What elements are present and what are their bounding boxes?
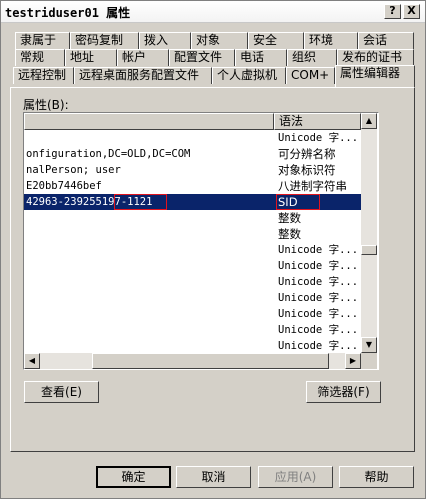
list-row[interactable]: E20bb7446bef 八进制字符串 (24, 178, 361, 194)
list-row[interactable]: 整数 (24, 226, 361, 242)
row-value: nalPerson; user (26, 164, 121, 176)
list-row[interactable]: Unicode 字... (24, 338, 361, 354)
row-syntax: Unicode 字... (278, 260, 359, 272)
list-row[interactable]: 整数 (24, 210, 361, 226)
vertical-scroll-thumb[interactable] (361, 245, 377, 255)
scrollbar-corner (361, 353, 377, 369)
list-row[interactable]: nalPerson; user 对象标识符 (24, 162, 361, 178)
highlight-box-rid (114, 194, 167, 210)
list-row[interactable]: Unicode 字... (24, 274, 361, 290)
row-syntax: 整数 (278, 227, 301, 241)
scroll-left-icon[interactable]: ◀ (24, 353, 40, 369)
row-syntax: 对象标识符 (278, 163, 336, 177)
tab-personal-virtual-desktop[interactable]: 个人虚拟机 (212, 67, 286, 84)
vertical-scrollbar[interactable]: ▲ ▼ (361, 113, 377, 353)
apply-button[interactable]: 应用(A) (258, 466, 333, 488)
title-bar: testriduser01 属性 ? X (1, 1, 425, 23)
horizontal-scrollbar[interactable]: ◀ ▶ (24, 353, 361, 369)
tab-attribute-editor[interactable]: 属性编辑器 (335, 65, 415, 87)
attributes-list[interactable]: 语法 Unicode 字... onfiguration,DC=OLD,DC=C… (23, 112, 379, 370)
row-syntax: Unicode 字... (278, 324, 359, 336)
list-row[interactable]: Unicode 字... (24, 130, 361, 146)
ok-button[interactable]: 确定 (96, 466, 171, 488)
tab-published-certificates[interactable]: 发布的证书 (337, 49, 414, 66)
tab-telephones[interactable]: 电话 (235, 49, 287, 66)
scroll-down-icon[interactable]: ▼ (361, 337, 377, 353)
tab-member-of[interactable]: 隶属于 (15, 32, 70, 49)
list-row[interactable]: Unicode 字... (24, 242, 361, 258)
row-syntax: 可分辨名称 (278, 147, 336, 161)
list-row[interactable]: Unicode 字... (24, 322, 361, 338)
window-title: testriduser01 属性 (5, 6, 131, 20)
column-header-syntax[interactable]: 语法 (274, 113, 361, 130)
tab-com-plus[interactable]: COM+ (286, 67, 335, 84)
tab-remote-desktop-profile[interactable]: 远程桌面服务配置文件 (74, 67, 212, 84)
horizontal-scroll-thumb[interactable] (92, 353, 329, 369)
row-syntax: 整数 (278, 211, 301, 225)
list-row[interactable]: Unicode 字... (24, 306, 361, 322)
list-row[interactable]: Unicode 字... (24, 258, 361, 274)
tab-environment[interactable]: 环境 (304, 32, 358, 49)
row-syntax: Unicode 字... (278, 276, 359, 288)
tab-organization[interactable]: 组织 (287, 49, 337, 66)
tab-profile[interactable]: 配置文件 (169, 49, 235, 66)
scroll-right-icon[interactable]: ▶ (345, 353, 361, 369)
tab-object[interactable]: 对象 (191, 32, 248, 49)
help-button[interactable]: 帮助 (339, 466, 414, 488)
attributes-label: 属性(B): (23, 98, 69, 112)
row-syntax: Unicode 字... (278, 244, 359, 256)
close-icon[interactable]: X (403, 4, 420, 19)
row-value: onfiguration,DC=OLD,DC=COM (26, 148, 191, 160)
row-syntax: Unicode 字... (278, 132, 359, 144)
tab-security[interactable]: 安全 (248, 32, 304, 49)
cancel-button[interactable]: 取消 (176, 466, 251, 488)
list-row[interactable]: Unicode 字... (24, 290, 361, 306)
scroll-up-icon[interactable]: ▲ (361, 113, 377, 129)
tab-account[interactable]: 帐户 (117, 49, 169, 66)
filter-button[interactable]: 筛选器(F) (306, 381, 381, 403)
view-button[interactable]: 查看(E) (24, 381, 99, 403)
highlight-box-sid (276, 194, 320, 210)
row-syntax: Unicode 字... (278, 340, 359, 352)
column-header-value[interactable] (24, 113, 274, 130)
row-syntax: 八进制字符串 (278, 179, 347, 193)
row-value: E20bb7446bef (26, 180, 102, 192)
tab-sessions[interactable]: 会话 (358, 32, 414, 49)
tab-remote-control[interactable]: 远程控制 (13, 67, 74, 84)
properties-dialog: testriduser01 属性 ? X 隶属于 密码复制 拨入 对象 安全 环… (0, 0, 426, 499)
row-syntax: Unicode 字... (278, 292, 359, 304)
help-icon[interactable]: ? (384, 4, 401, 19)
tab-general[interactable]: 常规 (15, 49, 65, 66)
row-syntax: Unicode 字... (278, 308, 359, 320)
list-row[interactable]: onfiguration,DC=OLD,DC=COM 可分辨名称 (24, 146, 361, 162)
tab-password-replication[interactable]: 密码复制 (70, 32, 139, 49)
tab-dial-in[interactable]: 拨入 (139, 32, 191, 49)
tab-address[interactable]: 地址 (65, 49, 117, 66)
